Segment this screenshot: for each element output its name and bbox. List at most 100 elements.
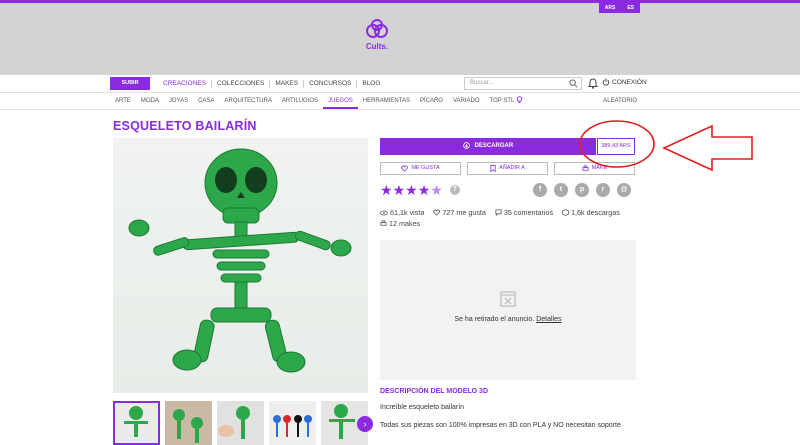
email-icon[interactable]: @ [617,183,631,197]
top-stl-label: TOP STL [489,98,515,104]
nav-creaciones[interactable]: CREACIONES [158,80,212,88]
search-input[interactable]: Buscar... [464,77,582,90]
nav-colecciones[interactable]: COLECCIONES [212,80,271,88]
upload-button[interactable]: SUBIR [110,77,150,90]
add-to-collection-button[interactable]: AÑADIR A [467,162,548,175]
ad-message: Se ha retirado el anuncio. Detalles [380,316,636,323]
thumbnail-2[interactable] [165,401,212,445]
cube-icon [562,209,569,216]
ad-placeholder: Se ha retirado el anuncio. Detalles [380,240,636,380]
random-link[interactable]: ALEATORIO [603,93,637,109]
comments-value: 35 comentarios [503,208,554,217]
ad-removed-text: Se ha retirado el anuncio. [454,316,535,323]
site-logo[interactable]: Cults. [362,19,392,51]
downloads-value: 1,6k descargas [571,208,620,217]
download-icon [463,142,470,149]
login-label: CONEXIÓN [612,78,647,86]
lightbulb-icon [516,96,523,104]
thumbnail-image [165,401,212,445]
like-button[interactable]: ME GUSTA [380,162,461,175]
power-icon [602,78,610,86]
comments-stat[interactable]: 35 comentarios [495,208,553,217]
category-moda[interactable]: MODA [136,93,164,109]
nav-blog[interactable]: BLOG [357,80,385,88]
category-juegos[interactable]: JUEGOS [323,93,358,109]
language-es[interactable]: ES [621,3,640,13]
makes-value: 12 makes [389,219,421,228]
search-placeholder: Buscar... [470,80,494,86]
login-link[interactable]: CONEXIÓN [602,78,647,86]
thumbnail-image [217,401,264,445]
pointer-arrow-icon [662,124,753,172]
ad-details-link[interactable]: Detalles [536,316,561,323]
description-line-2: Todas sus piezas son 100% impresas en 3D… [380,422,621,429]
heart-icon [401,165,409,172]
thumbnail-4[interactable] [269,401,316,445]
description-title: DESCRIPCIÓN DEL MODELO 3D [380,388,488,395]
makes-stat[interactable]: 12 makes [380,219,420,228]
description-line-1: Increíble esqueleto bailarín [380,404,465,411]
price-tag: 389,43 ARS [597,138,635,155]
star-icon: ★ [405,182,418,198]
add-label: AÑADIR A [499,165,525,171]
product-main-image[interactable] [113,138,368,393]
reddit-icon[interactable]: r [596,183,610,197]
download-label: DESCARGAR [474,143,514,149]
make-button[interactable]: MAKE [554,162,635,175]
make-label: MAKE [591,165,608,171]
facebook-icon[interactable]: f [533,183,547,197]
help-icon[interactable]: ? [449,185,460,195]
category-arquitectura[interactable]: ARQUITECTURA [219,93,276,109]
thumbnail-next-button[interactable]: › [357,416,373,432]
category-items: ARTE MODA JOYAS CASA ARQUITECTURA ARTILU… [110,93,528,109]
half-star-icon: ★ [430,182,443,198]
currency-switcher[interactable]: ARS ES [598,3,640,13]
likes-stat: 727 me gusta [433,208,486,217]
pinterest-icon[interactable]: p [575,183,589,197]
cults-logo-icon [366,19,388,38]
logo-text: Cults. [365,42,389,51]
eye-icon [380,210,388,215]
share-buttons: f t p r @ [533,183,631,197]
page-title: ESQUELETO BAILARÍN [113,119,257,133]
printer-icon [380,220,387,226]
bookmark-icon [490,165,496,172]
search-icon[interactable] [569,79,578,88]
product-stats: 61,1k vista 727 me gusta 35 comentarios … [380,208,620,217]
main-nav-items: CREACIONES COLECCIONES MAKES CONCURSOS B… [158,75,385,93]
category-artilugios[interactable]: ARTILUGIOS [277,93,323,109]
category-top-stl[interactable]: TOP STL [485,93,528,109]
nav-concursos[interactable]: CONCURSOS [304,80,358,88]
thumbnail-image [269,401,316,445]
likes-value: 727 me gusta [442,208,486,217]
skeleton-image [128,148,352,373]
main-nav: SUBIR CREACIONES COLECCIONES MAKES CONCU… [0,75,800,93]
like-label: ME GUSTA [411,165,440,171]
removed-ad-icon [500,291,516,307]
rating-stars[interactable]: ★ ★ ★ ★ ★ ? [380,183,460,197]
category-arte[interactable]: ARTE [110,93,136,109]
download-button[interactable]: DESCARGAR [380,138,596,155]
category-nav: ARTE MODA JOYAS CASA ARQUITECTURA ARTILU… [0,93,800,110]
star-icon: ★ [417,182,431,198]
printer-icon [582,165,589,171]
currency-ars[interactable]: ARS [598,3,622,13]
category-variado[interactable]: VARIADO [448,93,485,109]
nav-makes[interactable]: MAKES [270,80,305,88]
site-header: ARS ES Cults. [0,3,800,75]
category-herramientas[interactable]: HERRAMIENTAS [358,93,415,109]
thumbnail-1[interactable] [113,401,160,445]
chevron-right-icon: › [363,419,367,429]
views-value: 61,1k vista [390,208,425,217]
category-casa[interactable]: CASA [193,93,219,109]
heart-icon [433,209,441,216]
thumbnail-strip [113,401,368,445]
twitter-icon[interactable]: t [554,183,568,197]
views-stat: 61,1k vista [380,208,424,217]
thumbnail-3[interactable] [217,401,264,445]
category-picaro[interactable]: PÍCARO [415,93,448,109]
thumbnail-image [124,406,148,437]
category-joyas[interactable]: JOYAS [164,93,193,109]
downloads-stat: 1,6k descargas [562,208,620,217]
bell-icon[interactable] [588,78,598,89]
